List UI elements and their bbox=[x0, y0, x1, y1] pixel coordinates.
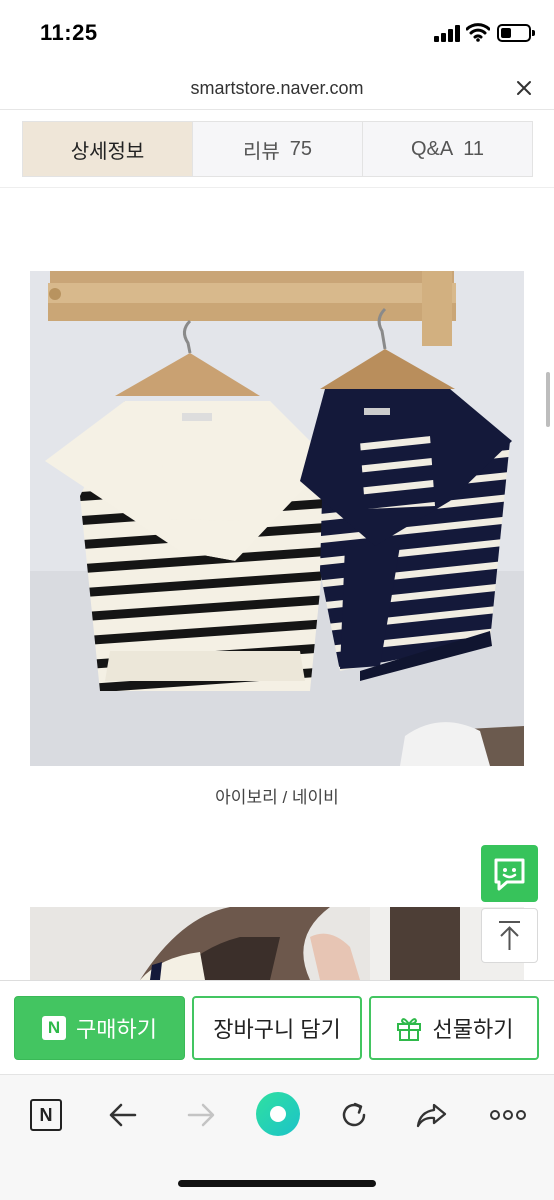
wifi-icon bbox=[466, 23, 490, 42]
gift-button[interactable]: 선물하기 bbox=[369, 996, 539, 1060]
naver-pay-icon: N bbox=[42, 1016, 67, 1040]
chat-icon bbox=[494, 858, 525, 891]
tab-label: 상세정보 bbox=[70, 140, 145, 163]
green-dot-icon bbox=[256, 1092, 300, 1136]
status-bar: 11:25 bbox=[0, 0, 554, 66]
url-bar: smartstore.naver.com bbox=[0, 66, 554, 110]
signal-icon bbox=[434, 25, 460, 42]
arrow-up-icon bbox=[499, 921, 520, 950]
talktalk-button[interactable] bbox=[481, 845, 538, 902]
scrollbar[interactable] bbox=[546, 372, 550, 427]
gift-icon bbox=[396, 1018, 421, 1041]
more-button[interactable] bbox=[488, 1095, 528, 1135]
detail-tabs: 상세정보 리뷰 75 Q&A 11 bbox=[22, 121, 533, 177]
buy-button[interactable]: N 구매하기 bbox=[14, 996, 185, 1060]
divider bbox=[0, 187, 554, 188]
more-icon bbox=[490, 1110, 526, 1120]
share-icon bbox=[416, 1103, 447, 1128]
status-time: 11:25 bbox=[40, 20, 98, 45]
purchase-bar: N 구매하기 장바구니 담기 선물하기 bbox=[0, 980, 554, 1074]
product-color-caption: 아이보리 / 네이비 bbox=[215, 788, 339, 807]
tab-count: 75 bbox=[289, 137, 313, 160]
battery-icon bbox=[497, 24, 535, 42]
product-image bbox=[30, 271, 524, 766]
arrow-right-icon bbox=[187, 1103, 215, 1127]
back-button[interactable] bbox=[103, 1095, 143, 1135]
tab-detail-info[interactable]: 상세정보 bbox=[23, 122, 192, 176]
close-icon[interactable] bbox=[512, 76, 536, 100]
naver-home-button[interactable]: N bbox=[26, 1095, 66, 1135]
green-dot-button[interactable] bbox=[255, 1091, 301, 1137]
buy-button-label: 구매하기 bbox=[76, 1017, 157, 1042]
app-screen: 11:25 smartstore.naver.com 상세정보 리뷰 75 Q&… bbox=[0, 0, 554, 1200]
cart-button-label: 장바구니 담기 bbox=[213, 1017, 341, 1042]
url-text[interactable]: smartstore.naver.com bbox=[0, 78, 554, 99]
refresh-icon bbox=[342, 1102, 366, 1127]
gift-button-label: 선물하기 bbox=[432, 1017, 514, 1042]
add-to-cart-button[interactable]: 장바구니 담기 bbox=[192, 996, 362, 1060]
arrow-left-icon bbox=[109, 1103, 137, 1127]
tab-count: 11 bbox=[463, 137, 484, 160]
scroll-top-button[interactable] bbox=[481, 908, 538, 963]
tab-label: Q&A bbox=[410, 137, 454, 160]
naver-n-icon: N bbox=[30, 1099, 62, 1131]
tab-label: 리뷰 bbox=[242, 140, 280, 163]
forward-button[interactable] bbox=[181, 1095, 221, 1135]
share-button[interactable] bbox=[411, 1095, 451, 1135]
product-image-2 bbox=[30, 907, 524, 980]
tab-reviews[interactable]: 리뷰 75 bbox=[192, 122, 362, 176]
refresh-button[interactable] bbox=[334, 1095, 374, 1135]
home-indicator bbox=[178, 1180, 376, 1187]
tab-qna[interactable]: Q&A 11 bbox=[362, 122, 532, 176]
